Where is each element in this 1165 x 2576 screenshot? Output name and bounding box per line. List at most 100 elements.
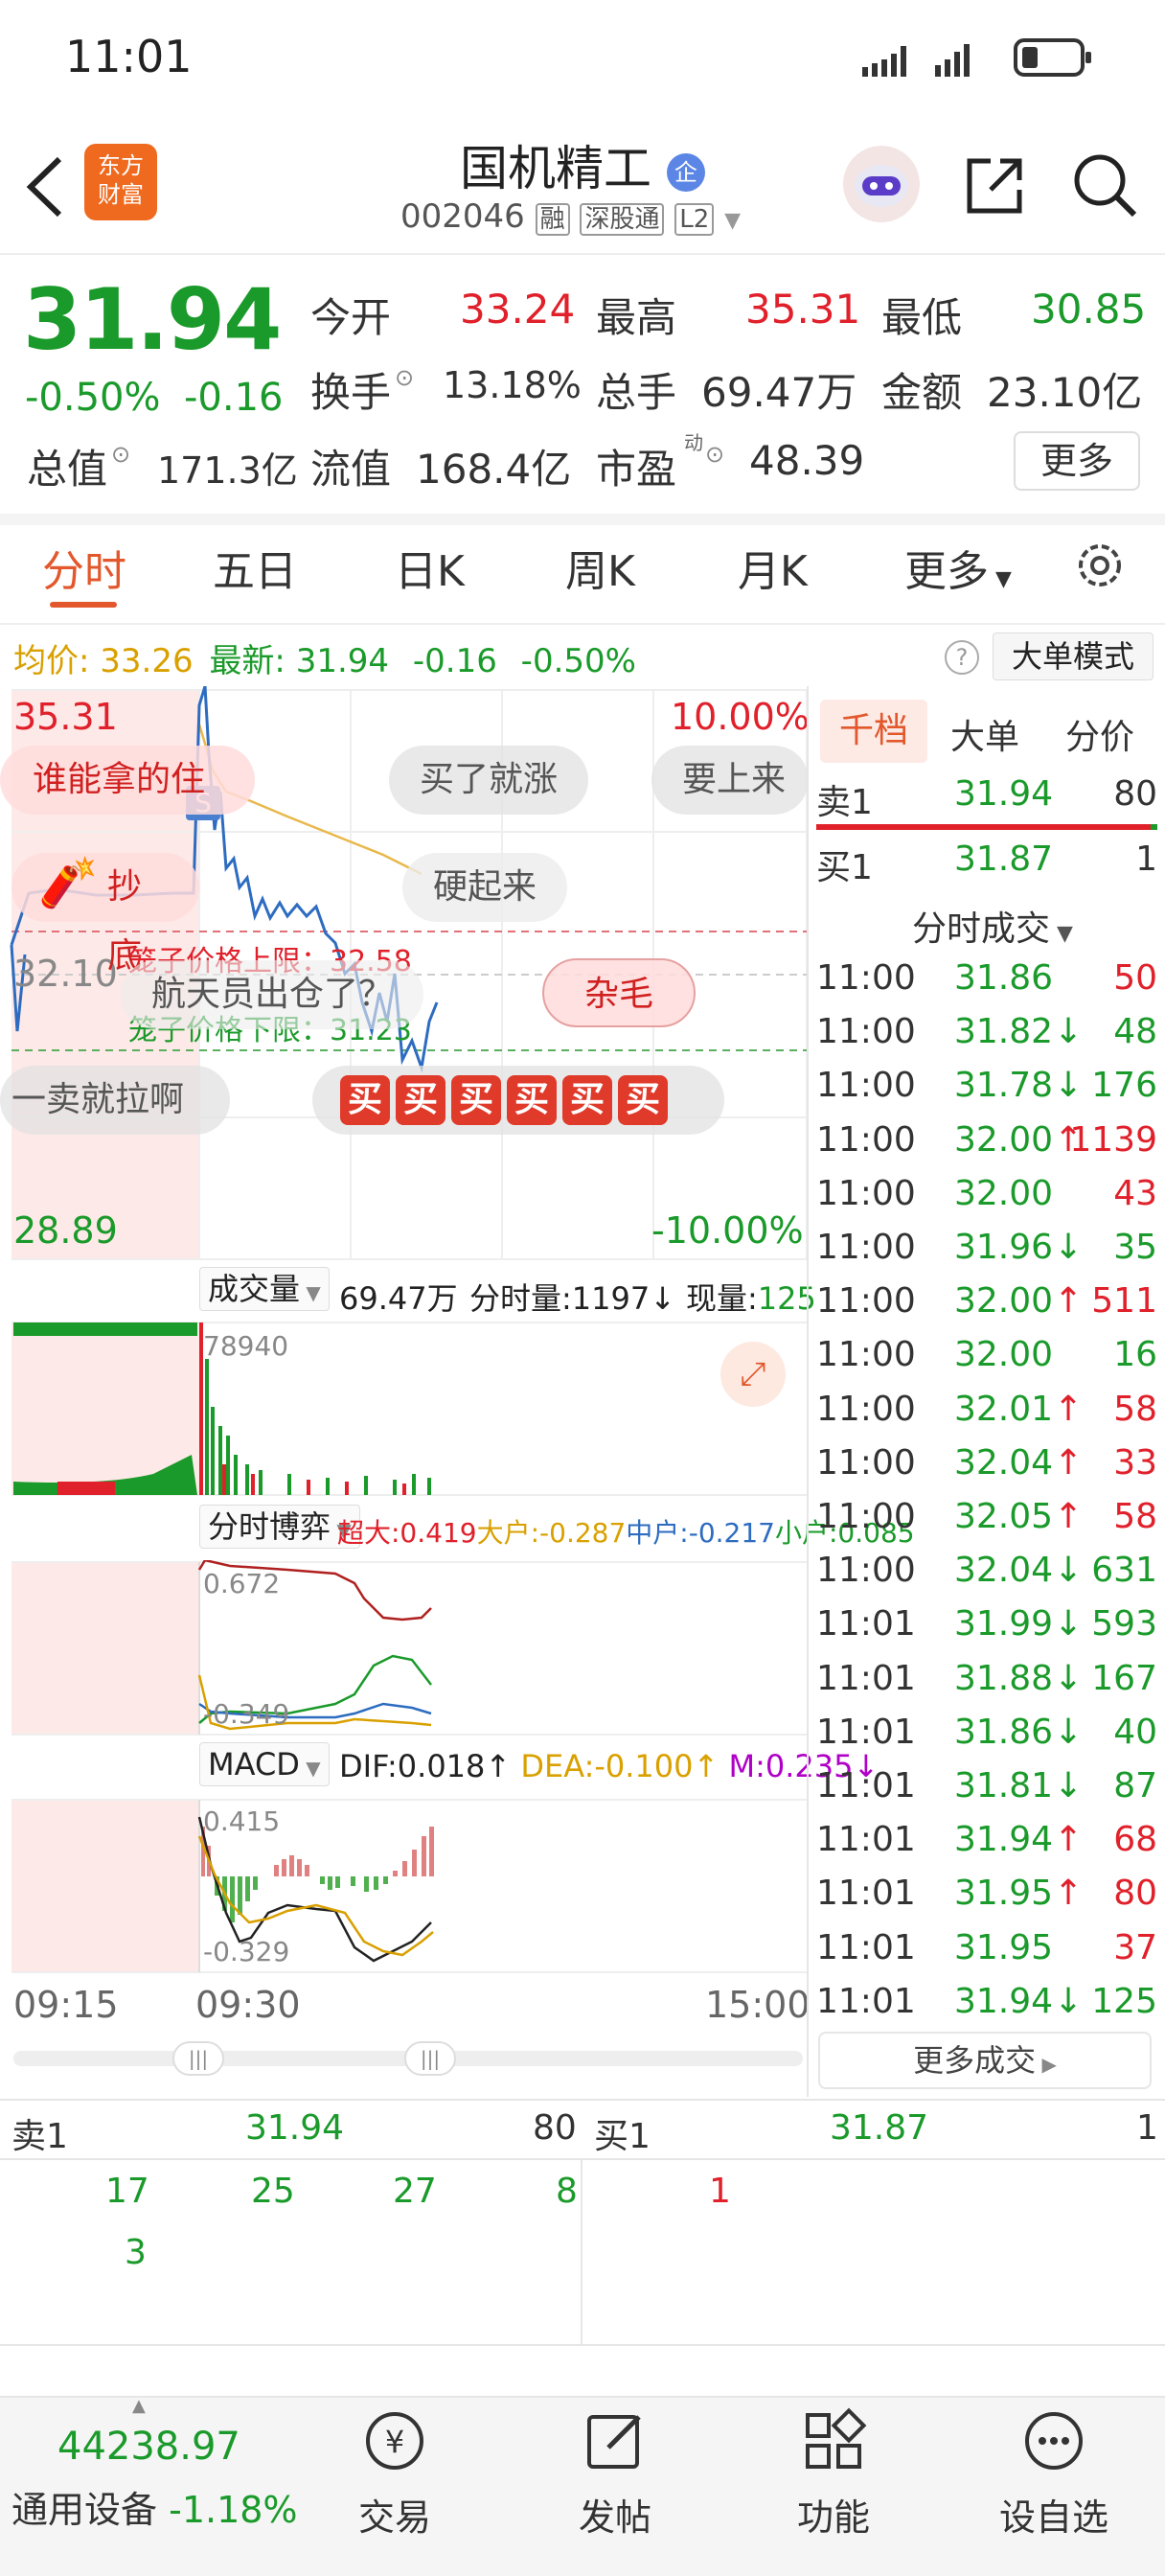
- app-logo[interactable]: 东方 财富: [84, 144, 157, 220]
- queue-cell: 25: [251, 2172, 295, 2211]
- float-value: 168.4亿: [416, 446, 572, 493]
- change-amount: -0.16: [184, 376, 284, 420]
- stock-code: 002046: [400, 197, 525, 236]
- share-icon[interactable]: [962, 151, 1029, 222]
- right-tab-bigorder[interactable]: 大单: [950, 709, 1019, 759]
- volume-peak-label: 78940: [203, 1330, 289, 1362]
- trade-qty: 1139: [1069, 1119, 1157, 1160]
- index-name: 通用设备: [11, 2489, 158, 2531]
- trade-qty: 37: [1113, 1927, 1157, 1967]
- trade-price: 31.96: [954, 1228, 1054, 1267]
- trade-time: 11:00: [816, 1335, 916, 1375]
- nav-post[interactable]: 发帖: [538, 2405, 692, 2541]
- comment-bubble[interactable]: 硬起来: [402, 853, 568, 922]
- right-tab-price[interactable]: 分价: [1065, 709, 1134, 759]
- comment-bubble[interactable]: 要上来: [651, 746, 809, 815]
- game-indicator-select[interactable]: 分时博弈 ▼: [199, 1505, 360, 1549]
- index-expand-icon[interactable]: ▲: [132, 2396, 146, 2416]
- buy-stamp-bubble[interactable]: 买买买买买买: [312, 1066, 724, 1135]
- trade-price: 31.94: [954, 1820, 1054, 1860]
- trade-row: 11:00 32.04 ↑ 33: [816, 1443, 1157, 1497]
- trade-qty: 167: [1091, 1658, 1157, 1698]
- more-quote-button[interactable]: 更多: [1014, 431, 1140, 491]
- trade-price: 31.86: [954, 958, 1054, 998]
- game-chart: [11, 1560, 809, 1736]
- tag-margin: 融: [535, 203, 570, 236]
- range-slider-left-handle[interactable]: |||: [172, 2041, 224, 2076]
- turnover-info-icon[interactable]: ⊙: [395, 364, 414, 391]
- nav-trade[interactable]: ¥ 交易: [318, 2405, 471, 2541]
- trade-row: 11:00 31.82 ↓ 48: [816, 1012, 1157, 1066]
- grid-icon: [806, 2407, 867, 2469]
- trade-row: 11:00 32.05 ↑ 58: [816, 1497, 1157, 1551]
- trade-direction: ↓: [1054, 1658, 1084, 1698]
- float-label: 流值: [310, 446, 392, 493]
- trade-row: 11:00 32.00 ↑ 511: [816, 1281, 1157, 1335]
- back-icon[interactable]: [21, 153, 69, 224]
- trade-direction: ↓: [1054, 1981, 1084, 2021]
- pe-superscript: 动: [684, 431, 703, 454]
- trade-row: 11:00 31.96 ↓ 35: [816, 1228, 1157, 1281]
- trade-row: 11:00 32.01 ↑ 58: [816, 1390, 1157, 1443]
- settings-gear-icon[interactable]: [1071, 537, 1129, 598]
- comment-bubble[interactable]: 买了就涨: [389, 746, 589, 815]
- help-icon[interactable]: ?: [945, 640, 979, 675]
- tab-weekly-k[interactable]: 周K: [565, 537, 635, 598]
- time-axis-start: 09:15: [13, 1984, 119, 2026]
- tab-five-day[interactable]: 五日: [213, 537, 297, 598]
- dropdown-icon[interactable]: ▼: [724, 209, 741, 233]
- trade-price: 31.99: [954, 1604, 1054, 1644]
- right-tab-level[interactable]: 千档: [820, 700, 927, 763]
- trade-price: 32.01: [954, 1389, 1054, 1429]
- orderbook-row-divider: [0, 2158, 1165, 2160]
- tag-connect: 深股通: [580, 203, 665, 236]
- trade-direction: ↓: [1054, 1551, 1084, 1591]
- nav-functions[interactable]: 功能: [757, 2405, 910, 2541]
- mktcap-info-icon[interactable]: ⊙: [111, 441, 130, 468]
- nav-add-watchlist[interactable]: 设自选: [977, 2405, 1131, 2541]
- orderbook-sell-qty: 80: [533, 2108, 577, 2148]
- game-top-value: 0.672: [203, 1568, 281, 1599]
- minute-volume: 分时量:1197↓: [469, 1280, 676, 1317]
- trade-time: 11:01: [816, 1927, 916, 1967]
- trade-qty: 68: [1113, 1820, 1157, 1860]
- comment-bubble[interactable]: 一卖就拉啊: [0, 1066, 230, 1135]
- tab-intraday[interactable]: 分时: [42, 537, 126, 598]
- trade-qty: 33: [1113, 1442, 1157, 1483]
- pe-info-icon[interactable]: ⊙: [705, 441, 724, 468]
- trade-direction: ↓: [1054, 1712, 1084, 1752]
- index-change: -1.18%: [169, 2489, 298, 2531]
- orderbook-buy-qty: 1: [1136, 2108, 1158, 2148]
- tab-more[interactable]: 更多 ▼: [904, 537, 1012, 598]
- pe-label: 市盈: [596, 446, 677, 493]
- volume-indicator-select[interactable]: 成交量 ▼: [199, 1267, 330, 1311]
- index-line[interactable]: 通用设备 -1.18%: [11, 2480, 298, 2533]
- trade-time: 11:00: [816, 1389, 916, 1429]
- trade-row: 11:01 31.95 ↑ 80: [816, 1874, 1157, 1927]
- comment-bubble[interactable]: 杂毛: [542, 958, 696, 1027]
- trade-qty: 87: [1113, 1766, 1157, 1806]
- trade-row: 11:00 32.00 43: [816, 1174, 1157, 1228]
- tab-monthly-k[interactable]: 月K: [738, 537, 808, 598]
- search-icon[interactable]: [1069, 150, 1140, 224]
- trade-time: 11:00: [816, 1119, 916, 1160]
- tab-daily-k[interactable]: 日K: [395, 537, 465, 598]
- trade-qty: 511: [1091, 1281, 1157, 1322]
- orderbook-sell-price: 31.94: [245, 2108, 345, 2148]
- high-value: 35.31: [745, 286, 861, 333]
- comment-bubble[interactable]: 谁能拿的住: [0, 746, 255, 815]
- more-trades-button[interactable]: 更多成交 ▶: [818, 2032, 1152, 2089]
- trades-title[interactable]: 分时成交 ▼: [912, 901, 1073, 951]
- queue-cell: 8: [556, 2172, 578, 2211]
- macd-indicator-select[interactable]: MACD ▼: [199, 1742, 330, 1786]
- amount-label: 金额: [881, 369, 963, 416]
- expand-chart-icon[interactable]: ⤢: [720, 1342, 786, 1407]
- index-value[interactable]: 44238.97: [57, 2425, 240, 2469]
- comment-bubble[interactable]: 航天员出仓了？: [121, 960, 424, 1029]
- trade-qty: 16: [1113, 1335, 1157, 1375]
- trade-row: 11:00 32.04 ↓ 631: [816, 1551, 1157, 1604]
- trade-direction: ↓: [1054, 1012, 1084, 1052]
- robot-assistant-icon[interactable]: [843, 146, 920, 222]
- big-order-mode-button[interactable]: 大单模式: [993, 632, 1154, 680]
- range-slider-right-handle[interactable]: |||: [404, 2041, 456, 2076]
